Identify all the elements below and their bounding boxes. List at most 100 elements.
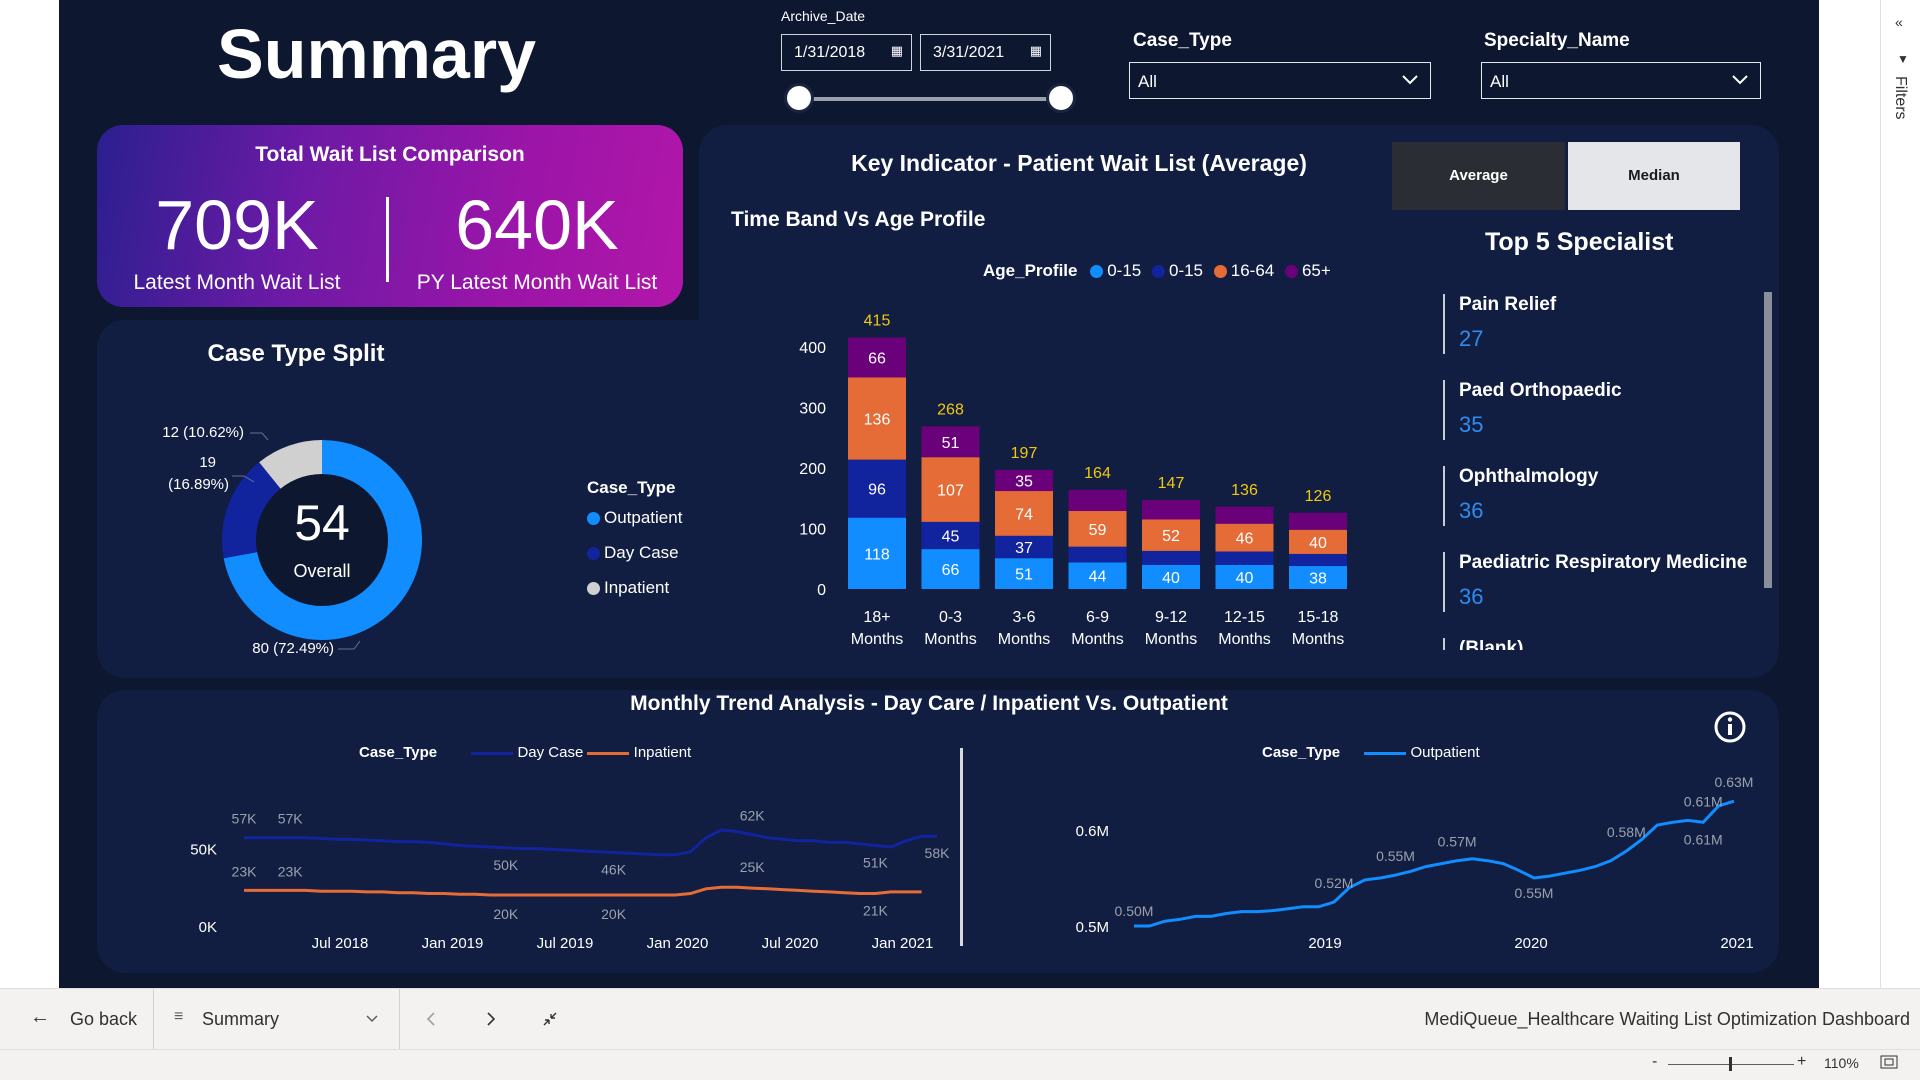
legend-age-label: 0-15 bbox=[1107, 261, 1142, 280]
previous-page-icon[interactable] bbox=[424, 1011, 438, 1027]
right-legend-outpatient[interactable]: Outpatient bbox=[1410, 744, 1479, 761]
bar-total-label: 136 bbox=[1231, 482, 1258, 499]
x-category-unit: Months bbox=[851, 631, 903, 648]
fit-to-page-icon[interactable] bbox=[1880, 1055, 1898, 1069]
bar-segment[interactable] bbox=[1289, 553, 1347, 567]
legend-item-0-15-light[interactable]: 0-15 bbox=[1090, 261, 1141, 280]
bar-data-label: 96 bbox=[868, 482, 886, 499]
calendar-icon[interactable]: ▦ bbox=[891, 43, 903, 59]
average-button[interactable]: Average bbox=[1392, 142, 1565, 210]
zoom-out-button[interactable]: - bbox=[1652, 1053, 1657, 1071]
start-date-input[interactable]: 1/31/2018 ▦ bbox=[781, 34, 912, 71]
legend-outpatient[interactable]: Outpatient bbox=[587, 508, 682, 528]
time-band-bar-chart[interactable]: 0 100 200 300 400 118 96 136 66 415 18+ Months 66 45 1… bbox=[749, 300, 1389, 660]
bar-total-label: 197 bbox=[1011, 445, 1038, 462]
date-range-end-handle[interactable] bbox=[1046, 83, 1076, 113]
specialty-dropdown[interactable]: All bbox=[1481, 62, 1761, 99]
x-tick-label: 2021 bbox=[1720, 935, 1753, 952]
legend-outpatient-label: Outpatient bbox=[604, 508, 683, 527]
x-category-unit: Months bbox=[924, 631, 976, 648]
x-category-label: 6-9 bbox=[1086, 609, 1109, 626]
calendar-icon[interactable]: ▦ bbox=[1030, 43, 1042, 59]
specialist-name[interactable]: Paed Orthopaedic bbox=[1459, 380, 1622, 402]
x-category-unit: Months bbox=[998, 631, 1050, 648]
report-page: Summary Archive_Date 1/31/2018 ▦ 3/31/20… bbox=[59, 0, 1819, 988]
bar-segment[interactable] bbox=[1215, 551, 1274, 565]
left-legend-inpatient[interactable]: Inpatient bbox=[634, 744, 692, 761]
exit-fullscreen-icon[interactable] bbox=[542, 1011, 558, 1027]
go-back-label: Go back bbox=[70, 1009, 138, 1029]
bar-segment[interactable] bbox=[1289, 512, 1347, 530]
donut-center-value: 54 bbox=[294, 495, 350, 551]
time-band-title: Time Band Vs Age Profile bbox=[731, 208, 986, 231]
specialist-name[interactable]: Paediatric Respiratory Medicine bbox=[1459, 552, 1747, 574]
page-list-icon: ≡ bbox=[174, 1008, 184, 1025]
bottom-nav-bar: ← Go back ≡ Summary MediQueue_Healthcare… bbox=[0, 988, 1920, 1080]
nav-divider bbox=[399, 989, 400, 1049]
specialist-name[interactable]: (Blank) bbox=[1459, 638, 1523, 650]
specialist-name[interactable]: Pain Relief bbox=[1459, 294, 1556, 316]
outpatient-dot-icon bbox=[587, 512, 600, 526]
collapse-filters-icon[interactable]: « bbox=[1895, 14, 1903, 30]
legend-item-0-15-dark[interactable]: 0-15 bbox=[1151, 261, 1203, 280]
end-date-input[interactable]: 3/31/2021 ▦ bbox=[920, 34, 1051, 71]
bar-segment[interactable] bbox=[1215, 506, 1274, 524]
app-canvas: Summary Archive_Date 1/31/2018 ▦ 3/31/20… bbox=[0, 0, 1920, 1080]
date-range-start-handle[interactable] bbox=[784, 83, 814, 113]
day-inpatient-trend-chart[interactable]: 50K 0K Jul 2018 Jan 2019 Jul 2019 Jan 2020 Jul… bbox=[129, 770, 959, 970]
next-page-icon[interactable] bbox=[484, 1011, 498, 1027]
median-button[interactable]: Median bbox=[1568, 142, 1740, 210]
y-tick-label: 300 bbox=[799, 401, 826, 418]
filters-label[interactable]: Filters bbox=[1891, 76, 1909, 120]
day-case-line[interactable] bbox=[244, 828, 937, 857]
specialist-value: 27 bbox=[1459, 326, 1484, 351]
filters-pane[interactable]: « ▼ Filters bbox=[1880, 0, 1920, 988]
page-selector-dropdown[interactable]: ≡ Summary bbox=[154, 989, 399, 1049]
day-case-dot-icon bbox=[587, 547, 600, 561]
info-icon[interactable] bbox=[1713, 710, 1747, 744]
left-legend-day-case[interactable]: Day Case bbox=[517, 744, 583, 761]
latest-month-label: Latest Month Wait List bbox=[133, 271, 341, 294]
inpatient-line[interactable] bbox=[244, 885, 922, 897]
inpatient-data-label: 20K bbox=[493, 906, 519, 922]
outpatient-line[interactable] bbox=[1134, 799, 1735, 928]
chevron-down-icon bbox=[1402, 75, 1418, 85]
x-category-unit: Months bbox=[1071, 631, 1123, 648]
archive-date-label: Archive_Date bbox=[781, 8, 866, 24]
x-category-label: 15-18 bbox=[1298, 609, 1339, 626]
zoom-level[interactable]: 110% bbox=[1824, 1055, 1859, 1071]
outpatient-data-label: 0.61M bbox=[1684, 831, 1723, 847]
go-back-button[interactable]: ← Go back bbox=[0, 989, 153, 1049]
legend-day-case[interactable]: Day Case bbox=[587, 543, 679, 563]
zoom-in-button[interactable]: + bbox=[1797, 1053, 1806, 1071]
specialty-slicer-label: Specialty_Name bbox=[1484, 30, 1630, 51]
inpatient-line-swatch bbox=[587, 751, 630, 755]
x-category-label: 9-12 bbox=[1155, 609, 1187, 626]
light-blue-dot-icon bbox=[1090, 265, 1104, 279]
bar-data-label: 74 bbox=[1015, 506, 1033, 523]
specialist-name[interactable]: Ophthalmology bbox=[1459, 466, 1598, 488]
donut-chart[interactable]: 54 Overall 12 (10.62%) 19 (16.89%) 80 (7… bbox=[154, 400, 534, 680]
outpatient-trend-chart[interactable]: 0.6M 0.5M 2019 2020 2021 0.50M 0.52M 0.55M 0.57M… bbox=[1004, 770, 1784, 970]
day-case-slice-pct: (16.89%) bbox=[168, 476, 229, 493]
bar-segment[interactable] bbox=[1068, 546, 1127, 563]
outpatient-data-label: 0.58M bbox=[1607, 824, 1646, 840]
legend-item-65-plus[interactable]: 65+ bbox=[1284, 261, 1331, 280]
specialist-value: 36 bbox=[1459, 584, 1484, 609]
bar-segment[interactable] bbox=[1068, 489, 1127, 511]
inpatient-dot-icon bbox=[587, 582, 600, 596]
legend-item-16-64[interactable]: 16-64 bbox=[1213, 261, 1274, 280]
y-tick-label: 0.5M bbox=[1076, 919, 1109, 936]
bar-segment[interactable] bbox=[1142, 500, 1200, 520]
day-case-data-label: 46K bbox=[601, 861, 627, 877]
legend-inpatient[interactable]: Inpatient bbox=[587, 578, 669, 598]
monthly-trend-title: Monthly Trend Analysis - Day Care / Inpa… bbox=[630, 692, 1228, 715]
back-arrow-icon: ← bbox=[30, 1006, 50, 1028]
outpatient-data-label: 0.50M bbox=[1115, 903, 1154, 919]
bar-segment[interactable] bbox=[1142, 550, 1200, 565]
date-range-slider-track[interactable] bbox=[803, 97, 1066, 101]
kpi-divider bbox=[386, 197, 389, 282]
case-type-dropdown[interactable]: All bbox=[1129, 62, 1431, 99]
zoom-slider-thumb[interactable] bbox=[1729, 1057, 1732, 1071]
top5-scrollbar[interactable] bbox=[1764, 292, 1772, 588]
